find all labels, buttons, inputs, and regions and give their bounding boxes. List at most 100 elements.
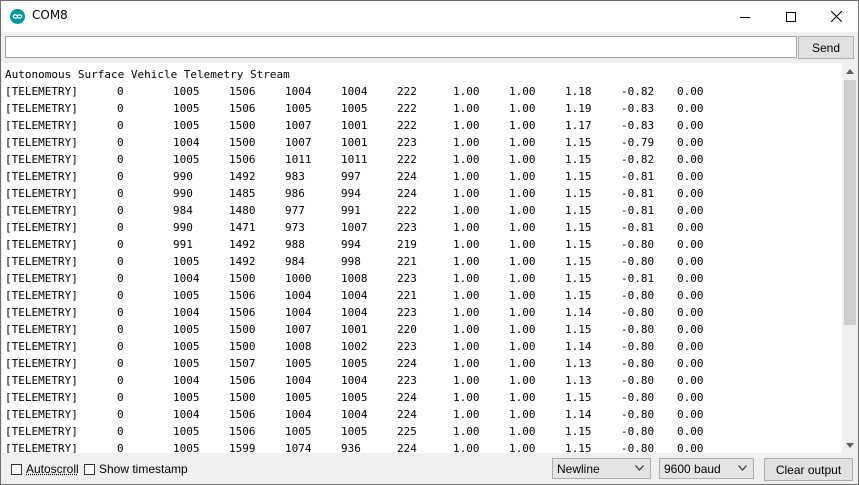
telemetry-cell: 1.00	[509, 221, 536, 234]
timestamp-toggle[interactable]: Show timestamp	[84, 462, 188, 476]
telemetry-cell: 224	[397, 391, 417, 404]
telemetry-cell: 1011	[285, 153, 312, 166]
telemetry-cell: 1004	[285, 85, 312, 98]
telemetry-cell: 1.00	[453, 289, 480, 302]
telemetry-cell: 1001	[341, 119, 368, 132]
telemetry-cell: 1.00	[509, 391, 536, 404]
telemetry-cell: 0.00	[677, 221, 704, 234]
telemetry-cell: -0.81	[621, 187, 655, 200]
timestamp-label: Show timestamp	[99, 462, 188, 476]
telemetry-cell: 1.00	[453, 374, 480, 387]
telemetry-cell: 1.00	[509, 340, 536, 353]
telemetry-cell: 1.00	[509, 289, 536, 302]
telemetry-cell: [TELEMETRY]	[5, 204, 78, 217]
maximize-button[interactable]	[768, 1, 814, 32]
telemetry-cell: -0.80	[621, 289, 655, 302]
telemetry-cell: 1.15	[565, 187, 592, 200]
footer-bar: Autoscroll Show timestamp Newline 9600 b…	[1, 454, 858, 484]
telemetry-cell: 1.00	[509, 272, 536, 285]
telemetry-cell: 1005	[173, 340, 200, 353]
telemetry-cell: 1.00	[509, 442, 536, 453]
serial-output[interactable]: Autonomous Surface Vehicle Telemetry Str…	[2, 63, 842, 453]
clear-output-button[interactable]: Clear output	[764, 458, 853, 481]
telemetry-cell: 1005	[173, 425, 200, 438]
autoscroll-toggle[interactable]: Autoscroll	[11, 462, 79, 476]
telemetry-cell: 1.00	[453, 323, 480, 336]
telemetry-cell: -0.81	[621, 221, 655, 234]
telemetry-cell: 1005	[173, 255, 200, 268]
telemetry-cell: 1.00	[509, 153, 536, 166]
line-ending-select[interactable]: Newline	[552, 458, 651, 479]
telemetry-cell: 0.00	[677, 102, 704, 115]
telemetry-cell: 1500	[229, 340, 256, 353]
send-button[interactable]: Send	[798, 36, 854, 59]
telemetry-cell: 1005	[173, 357, 200, 370]
telemetry-cell: 1.00	[453, 425, 480, 438]
scroll-up-arrow-icon[interactable]	[842, 63, 858, 79]
vertical-scrollbar[interactable]	[842, 63, 858, 453]
telemetry-cell: [TELEMETRY]	[5, 255, 78, 268]
telemetry-cell: 984	[173, 204, 193, 217]
close-icon	[830, 11, 842, 22]
telemetry-cell: 1.00	[453, 85, 480, 98]
telemetry-cell: 0	[117, 306, 124, 319]
telemetry-cell: 1506	[229, 102, 256, 115]
telemetry-cell: 224	[397, 442, 417, 453]
telemetry-cell: -0.82	[621, 153, 655, 166]
telemetry-cell: 0	[117, 85, 124, 98]
telemetry-cell: 1.00	[509, 408, 536, 421]
minimize-icon	[740, 16, 750, 18]
telemetry-cell: 1.13	[565, 374, 592, 387]
telemetry-cell: 222	[397, 119, 417, 132]
telemetry-cell: 1500	[229, 119, 256, 132]
telemetry-cell: [TELEMETRY]	[5, 323, 78, 336]
scrollbar-thumb[interactable]	[844, 80, 856, 325]
telemetry-cell: [TELEMETRY]	[5, 391, 78, 404]
telemetry-cell: 1.00	[509, 85, 536, 98]
telemetry-cell: 0	[117, 187, 124, 200]
telemetry-cell: 1004	[173, 272, 200, 285]
telemetry-cell: 1506	[229, 153, 256, 166]
telemetry-cell: 0	[117, 425, 124, 438]
telemetry-cell: 986	[285, 187, 305, 200]
telemetry-cell: [TELEMETRY]	[5, 153, 78, 166]
telemetry-cell: 1007	[285, 323, 312, 336]
scroll-down-arrow-icon[interactable]	[842, 437, 858, 453]
telemetry-cell: -0.80	[621, 442, 655, 453]
serial-input[interactable]	[5, 36, 797, 58]
telemetry-cell: 1.00	[453, 102, 480, 115]
telemetry-cell: 1005	[285, 391, 312, 404]
telemetry-cell: 1005	[173, 119, 200, 132]
telemetry-cell: 223	[397, 136, 417, 149]
timestamp-checkbox[interactable]	[84, 463, 95, 475]
telemetry-cell: [TELEMETRY]	[5, 119, 78, 132]
telemetry-cell: 1004	[173, 306, 200, 319]
telemetry-cell: 1074	[285, 442, 312, 453]
telemetry-cell: 1.00	[453, 204, 480, 217]
telemetry-cell: 224	[397, 357, 417, 370]
telemetry-cell: 990	[173, 170, 193, 183]
telemetry-cell: 1005	[173, 289, 200, 302]
telemetry-cell: [TELEMETRY]	[5, 102, 78, 115]
telemetry-cell: 1480	[229, 204, 256, 217]
telemetry-cell: 1004	[285, 408, 312, 421]
telemetry-cell: 0.00	[677, 153, 704, 166]
close-button[interactable]	[813, 1, 858, 32]
telemetry-cell: -0.80	[621, 374, 655, 387]
telemetry-cell: 1506	[229, 374, 256, 387]
telemetry-cell: 1.00	[453, 238, 480, 251]
telemetry-cell: 1011	[341, 153, 368, 166]
telemetry-cell: 1004	[285, 289, 312, 302]
telemetry-cell: -0.82	[621, 85, 655, 98]
telemetry-cell: -0.81	[621, 170, 655, 183]
telemetry-cell: 1005	[173, 391, 200, 404]
telemetry-cell: 223	[397, 272, 417, 285]
telemetry-cell: 1506	[229, 408, 256, 421]
minimize-button[interactable]	[722, 1, 768, 32]
baud-rate-select[interactable]: 9600 baud	[659, 458, 754, 479]
telemetry-cell: 1.15	[565, 289, 592, 302]
autoscroll-checkbox[interactable]	[11, 463, 22, 475]
telemetry-cell: 1.00	[453, 187, 480, 200]
telemetry-cell: 1500	[229, 136, 256, 149]
telemetry-cell: 0	[117, 255, 124, 268]
